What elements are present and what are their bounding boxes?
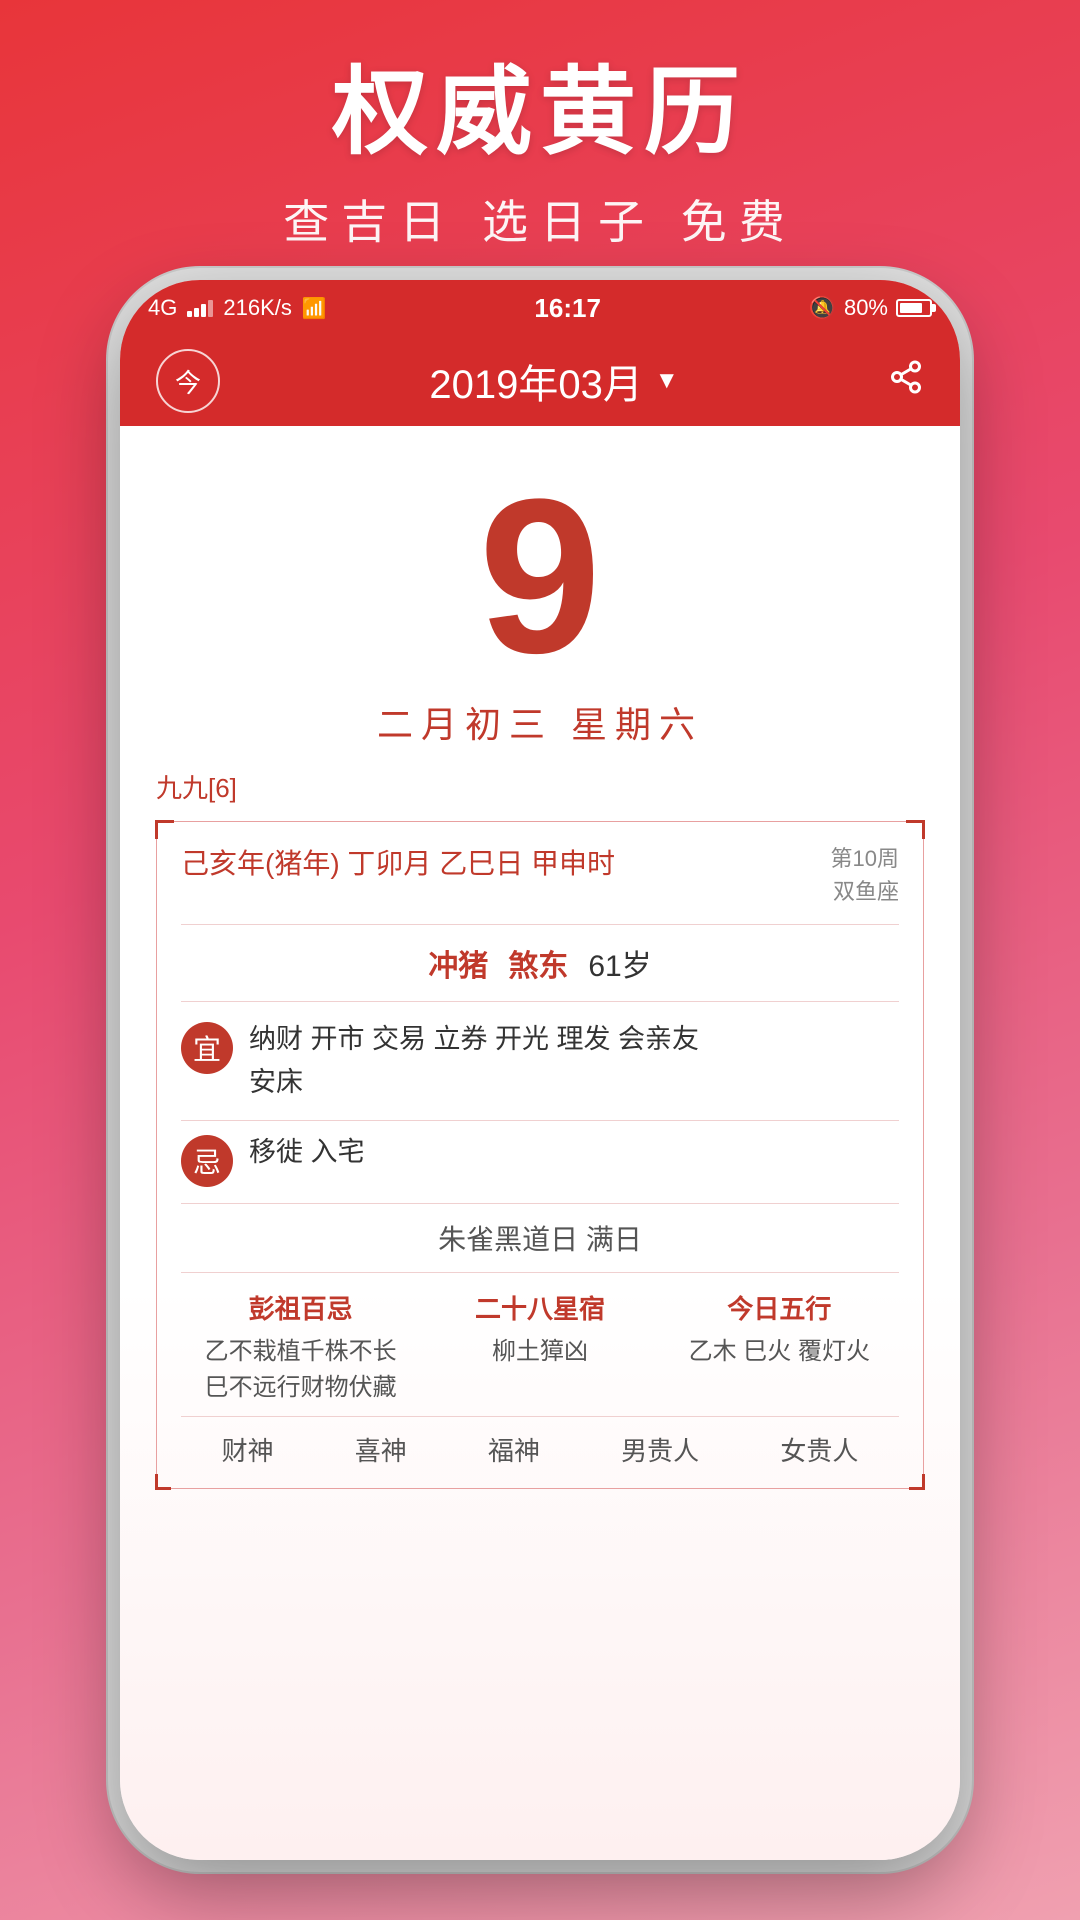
chong-label: 冲猪	[428, 941, 488, 985]
god-caíshen: 财神	[222, 1431, 274, 1468]
phone-mockup: 4G 216K/s 📶 16:17 🔕 80% 今 2019年03月 ▼	[120, 280, 960, 1860]
star-title: 二十八星宿	[420, 1289, 659, 1326]
yi-row: 宜 纳财 开市 交易 立券 开光 理发 会亲友安床	[181, 1002, 899, 1121]
zodiac-label: 双鱼座	[831, 875, 899, 908]
ganzhi-row: 己亥年(猪年) 丁卯月 乙巳日 甲申时 第10周 双鱼座	[181, 842, 899, 925]
status-bar: 4G 216K/s 📶 16:17 🔕 80%	[120, 280, 960, 336]
wuxing-content: 乙木 巳火 覆灯火	[660, 1334, 899, 1370]
ji-content: 移徙 入宅	[249, 1131, 365, 1174]
status-left: 4G 216K/s 📶	[148, 295, 327, 321]
status-time: 16:17	[534, 293, 601, 324]
three-col-row: 彭祖百忌 乙不栽植千株不长巳不远行财物伏藏 二十八星宿 柳土獐凶 今日五行 乙木…	[181, 1273, 899, 1417]
dropdown-arrow-icon: ▼	[655, 367, 679, 395]
status-right: 🔕 80%	[809, 295, 932, 321]
yi-badge: 宜	[181, 1022, 233, 1074]
info-section: 九九[6] 己亥年(猪年) 丁卯月 乙巳日 甲申时 第10周 双鱼座 冲猪 煞东	[120, 768, 960, 1860]
star-content: 柳土獐凶	[420, 1334, 659, 1370]
today-button[interactable]: 今	[156, 349, 220, 413]
day-name-row: 朱雀黑道日 满日	[181, 1204, 899, 1273]
main-title: 权威黄历	[0, 60, 1080, 166]
god-nan-guiren: 男贵人	[621, 1431, 699, 1468]
week-label: 第10周	[831, 842, 899, 875]
network-label: 4G	[148, 295, 177, 321]
gods-row: 财神 喜神 福神 男贵人 女贵人	[181, 1417, 899, 1468]
battery-percent: 80%	[844, 295, 888, 321]
chong-sha-row: 冲猪 煞东 61岁	[181, 925, 899, 1002]
date-display: 9 二月初三 星期六	[120, 426, 960, 768]
ji-row: 忌 移徙 入宅	[181, 1121, 899, 1204]
nine-nine-label: 九九[6]	[156, 768, 924, 805]
sub-title: 查吉日 选日子 免费	[0, 186, 1080, 252]
lunar-date-label: 二月初三 星期六	[120, 696, 960, 748]
wuxing-col: 今日五行 乙木 巳火 覆灯火	[660, 1289, 899, 1406]
month-selector[interactable]: 2019年03月 ▼	[429, 352, 678, 410]
battery-icon	[896, 299, 932, 317]
god-xishen: 喜神	[355, 1431, 407, 1468]
card-corner-bl	[155, 1474, 171, 1490]
almanac-card: 己亥年(猪年) 丁卯月 乙巳日 甲申时 第10周 双鱼座 冲猪 煞东 61岁 宜…	[156, 821, 924, 1489]
wuxing-title: 今日五行	[660, 1289, 899, 1326]
age-label: 61岁	[588, 941, 651, 985]
god-fushen: 福神	[488, 1431, 540, 1468]
main-content: 9 二月初三 星期六 九九[6] 己亥年(猪年) 丁卯月 乙巳日 甲申时 第10…	[120, 426, 960, 1860]
signal-bars	[187, 300, 213, 317]
battery-fill	[900, 303, 922, 313]
god-nv-guiren: 女贵人	[780, 1431, 858, 1468]
pengzu-col: 彭祖百忌 乙不栽植千株不长巳不远行财物伏藏	[181, 1289, 420, 1406]
big-day-number: 9	[120, 466, 960, 686]
speed-label: 216K/s	[223, 295, 292, 321]
ji-badge: 忌	[181, 1135, 233, 1187]
yi-content: 纳财 开市 交易 立券 开光 理发 会亲友安床	[249, 1018, 699, 1104]
app-header: 今 2019年03月 ▼	[120, 336, 960, 426]
week-zodiac: 第10周 双鱼座	[831, 842, 899, 908]
pengzu-content: 乙不栽植千株不长巳不远行财物伏藏	[181, 1334, 420, 1406]
alarm-icon: 🔕	[809, 295, 836, 321]
wifi-icon: 📶	[302, 296, 327, 321]
sha-label: 煞东	[508, 941, 568, 985]
share-button[interactable]	[888, 359, 924, 404]
card-corner-br	[909, 1474, 925, 1490]
ganzhi-label: 己亥年(猪年) 丁卯月 乙巳日 甲申时	[181, 842, 615, 882]
pengzu-title: 彭祖百忌	[181, 1289, 420, 1326]
star-col: 二十八星宿 柳土獐凶	[420, 1289, 659, 1406]
month-display: 2019年03月	[429, 352, 642, 410]
